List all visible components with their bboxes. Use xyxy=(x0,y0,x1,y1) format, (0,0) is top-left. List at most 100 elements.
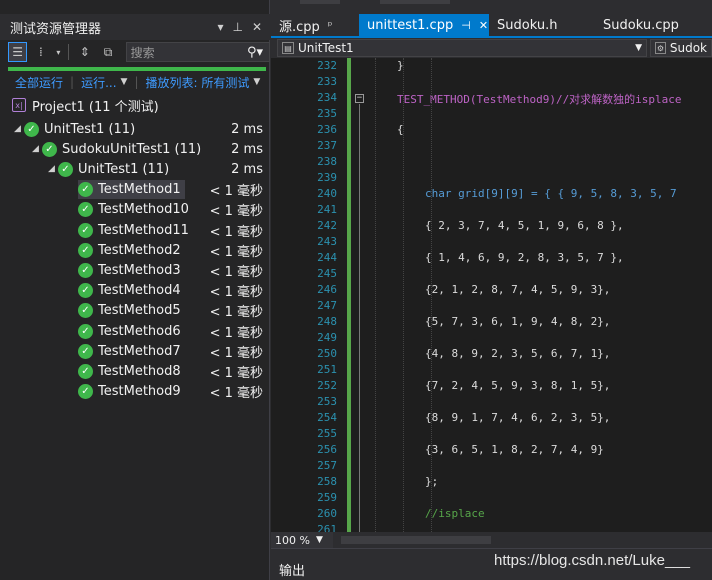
dropdown-caret-icon[interactable]: ▾ xyxy=(55,42,63,62)
toolbar-fragment xyxy=(300,0,340,4)
test-duration: < 1 毫秒 xyxy=(209,224,263,240)
pin-icon[interactable]: ⊥ xyxy=(232,20,242,34)
hierarchy-icon[interactable]: ⁞ xyxy=(31,42,50,62)
line-number: 245 xyxy=(317,267,337,280)
passed-check-icon: ✓ xyxy=(78,343,93,359)
tree-node-label: TestMethod5 xyxy=(98,303,181,319)
group-by-icon[interactable]: ☰ xyxy=(8,42,28,62)
test-method-row[interactable]: ✓ TestMethod7 < 1 毫秒 xyxy=(0,341,270,361)
run-all-link[interactable]: 全部运行 xyxy=(15,74,63,91)
tree-node: ✓ TestMethod4 xyxy=(78,281,185,300)
editor-tab[interactable]: Sudoku.cpp xyxy=(595,14,712,36)
tree-group-row[interactable]: ◢ ✓ SudokuUnitTest1 (11) 2 ms xyxy=(0,139,270,159)
test-method-row[interactable]: ✓ TestMethod2 < 1 毫秒 xyxy=(0,240,270,260)
line-number: 242 xyxy=(317,219,337,232)
tree-node: ✓ TestMethod5 xyxy=(78,301,185,320)
tree-node: ✓ TestMethod2 xyxy=(78,241,185,260)
editor-tab[interactable]: Sudoku.h xyxy=(489,14,595,36)
tree-node: ✓ SudokuUnitTest1 (11) xyxy=(42,140,205,159)
line-number: 241 xyxy=(317,203,337,216)
code-editor[interactable]: 232 233 234 235 236 237 238 239 240 241 242 243 244 2… xyxy=(271,58,712,532)
pin-icon[interactable]: ⊣ xyxy=(461,19,471,32)
tree-node: ✓ TestMethod6 xyxy=(78,322,185,341)
test-duration: 2 ms xyxy=(231,121,263,137)
playlist-link[interactable]: 播放列表: 所有测试 xyxy=(145,74,249,91)
line-number: 243 xyxy=(317,235,337,248)
copy-icon[interactable]: ⧉ xyxy=(98,42,117,62)
pin-icon[interactable]: ᵖ xyxy=(328,19,333,32)
line-number: 257 xyxy=(317,459,337,472)
test-duration: < 1 毫秒 xyxy=(209,264,263,280)
line-number: 261 xyxy=(317,523,337,532)
expand-collapse-icon[interactable]: ◢ xyxy=(48,164,58,174)
close-icon[interactable]: ✕ xyxy=(252,20,262,34)
project-dropdown[interactable]: ▤ UnitTest1 ▼ xyxy=(277,39,647,57)
window-position-dropdown-icon[interactable]: ▾ xyxy=(217,20,223,34)
tree-node-label: TestMethod1 xyxy=(98,182,181,198)
project-icon: x| xyxy=(12,98,26,112)
tree-group-row[interactable]: ◢ ✓ UnitTest1 (11) 2 ms xyxy=(0,159,270,179)
passed-check-icon: ✓ xyxy=(42,141,57,157)
editor-status-row: 100 % ▼ xyxy=(271,532,712,548)
expand-collapse-icon[interactable]: ◢ xyxy=(14,124,24,134)
expand-collapse-icon[interactable]: ◢ xyxy=(32,144,42,154)
test-duration: < 1 毫秒 xyxy=(209,386,263,402)
code-line: {8, 9, 1, 7, 4, 6, 2, 3, 5}, xyxy=(425,411,611,424)
line-number: 240 xyxy=(317,187,337,200)
run-link[interactable]: 运行... xyxy=(81,74,116,91)
explorer-toolbar: ☰ ⁞ ▾ ⇕ ⧉ 搜索 ⚲▾ xyxy=(0,40,270,64)
line-number: 250 xyxy=(317,347,337,360)
tree-group-row[interactable]: ◢ ✓ UnitTest1 (11) 2 ms xyxy=(0,119,270,139)
code-text-area[interactable]: } TEST_METHOD(TestMethod9)//对求解数独的isplace… xyxy=(369,58,712,532)
zoom-dropdown[interactable]: 100 % ▼ xyxy=(271,532,333,548)
test-duration: < 1 毫秒 xyxy=(209,244,263,260)
test-method-row[interactable]: ✓ TestMethod9 < 1 毫秒 xyxy=(0,382,270,402)
horizontal-scrollbar[interactable] xyxy=(341,536,491,544)
code-line: { 1, 4, 6, 9, 2, 8, 3, 5, 7 }, xyxy=(425,251,624,264)
line-number: 254 xyxy=(317,411,337,424)
scope-dropdown-label: Sudok xyxy=(669,41,707,55)
tree-node: ✓ TestMethod10 xyxy=(78,200,193,219)
tree-node: x| Project1 (11 个测试) xyxy=(12,96,163,115)
line-number: 255 xyxy=(317,427,337,440)
tree-node-label: TestMethod8 xyxy=(98,363,181,379)
passed-check-icon: ✓ xyxy=(58,161,73,177)
passed-check-icon: ✓ xyxy=(78,384,93,400)
indent-guide xyxy=(375,58,376,532)
editor-tab[interactable]: unittest1.cpp ⊣ ✕ xyxy=(359,14,489,36)
line-number-gutter: 232 233 234 235 236 237 238 239 240 241 242 243 244 2… xyxy=(303,58,341,532)
code-line: {7, 2, 4, 5, 9, 3, 8, 1, 5}, xyxy=(425,379,611,392)
chevron-down-icon[interactable]: ▼ xyxy=(253,77,260,87)
scope-dropdown[interactable]: ⚙ Sudok xyxy=(650,39,712,57)
collapse-region-icon[interactable]: − xyxy=(355,94,364,103)
close-tab-icon[interactable]: ✕ xyxy=(479,19,488,32)
navigation-bar: ▤ UnitTest1 ▼ ⚙ Sudok xyxy=(271,38,712,58)
line-number: 251 xyxy=(317,363,337,376)
search-icon[interactable]: ⚲▾ xyxy=(241,45,269,60)
passed-check-icon: ✓ xyxy=(78,202,93,218)
tree-node: ✓ UnitTest1 (11) xyxy=(58,160,173,179)
project-icon: ▤ xyxy=(282,42,294,54)
output-tab[interactable]: 输出 xyxy=(279,560,305,579)
test-method-row[interactable]: ✓ TestMethod10 < 1 毫秒 xyxy=(0,200,270,220)
tree-node-label: TestMethod3 xyxy=(98,262,181,278)
test-method-row[interactable]: ✓ TestMethod11 < 1 毫秒 xyxy=(0,220,270,240)
expand-all-icon[interactable]: ⇕ xyxy=(75,42,94,62)
line-number: 260 xyxy=(317,507,337,520)
search-input[interactable]: 搜索 ⚲▾ xyxy=(125,42,270,62)
code-line: {5, 7, 3, 6, 1, 9, 4, 8, 2}, xyxy=(425,315,611,328)
line-number: 258 xyxy=(317,475,337,488)
chevron-down-icon: ▼ xyxy=(635,43,642,53)
test-method-row[interactable]: ✓ TestMethod6 < 1 毫秒 xyxy=(0,321,270,341)
test-method-row[interactable]: ✓ TestMethod3 < 1 毫秒 xyxy=(0,260,270,280)
tree-node-label: Project1 (11 个测试) xyxy=(32,99,159,115)
test-method-row[interactable]: ✓ TestMethod4 < 1 毫秒 xyxy=(0,281,270,301)
project-row[interactable]: x| Project1 (11 个测试) xyxy=(0,95,270,115)
test-method-row[interactable]: ✓ TestMethod8 < 1 毫秒 xyxy=(0,361,270,381)
test-method-row[interactable]: ✓ TestMethod1 < 1 毫秒 xyxy=(0,180,270,200)
test-method-row[interactable]: ✓ TestMethod5 < 1 毫秒 xyxy=(0,301,270,321)
editor-tab[interactable]: 源.cpp ᵖ xyxy=(271,14,359,36)
chevron-down-icon[interactable]: ▼ xyxy=(121,77,128,87)
test-duration: 2 ms xyxy=(231,161,263,177)
tree-node-label: SudokuUnitTest1 (11) xyxy=(62,141,202,157)
